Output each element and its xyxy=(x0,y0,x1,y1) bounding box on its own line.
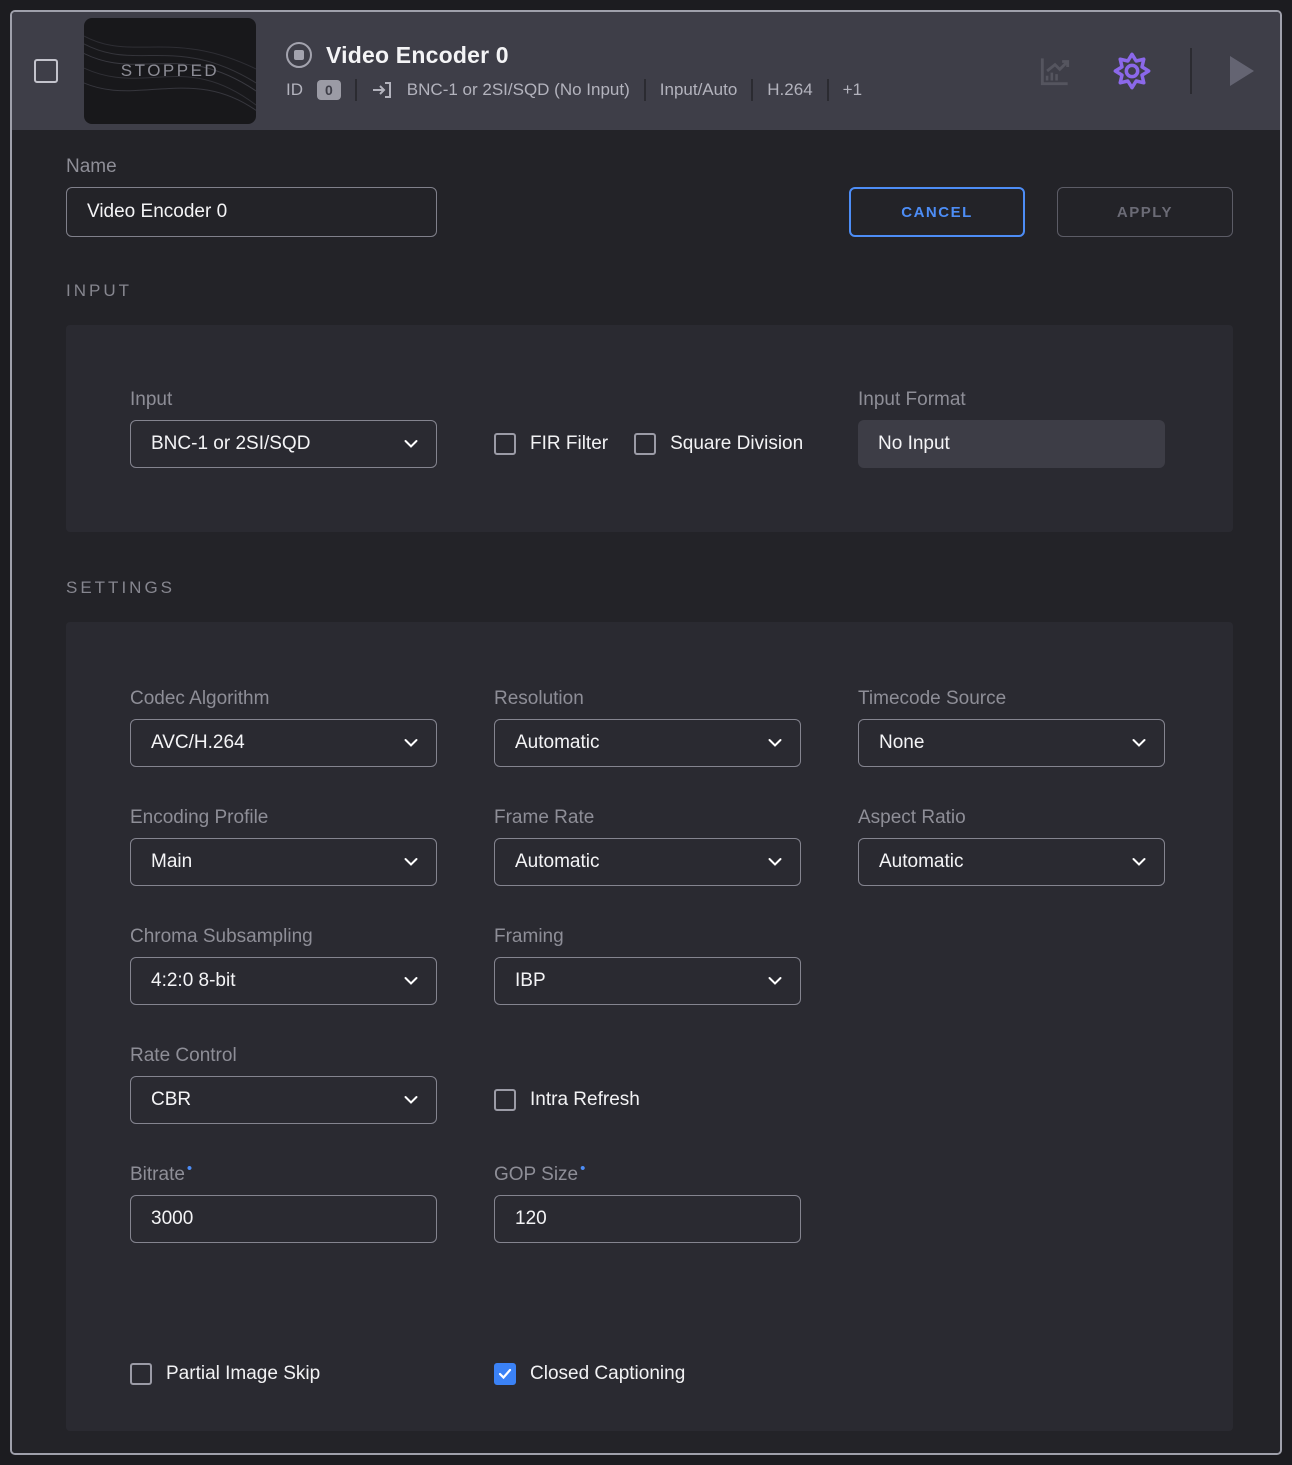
closed-captioning-label: Closed Captioning xyxy=(530,1363,685,1385)
meta-codec: H.264 xyxy=(767,80,812,100)
encoding-profile-value: Main xyxy=(151,851,192,873)
id-label: ID xyxy=(286,80,303,100)
aspect-ratio-select[interactable]: Automatic xyxy=(858,838,1165,886)
partial-image-skip-label: Partial Image Skip xyxy=(166,1363,320,1385)
chevron-down-icon xyxy=(768,858,782,867)
settings-gear-icon[interactable] xyxy=(1112,51,1152,91)
status-badge: STOPPED xyxy=(121,61,219,81)
encoding-profile-select[interactable]: Main xyxy=(130,838,437,886)
required-dot: • xyxy=(187,1160,192,1177)
checkbox[interactable] xyxy=(130,1363,152,1385)
chevron-down-icon xyxy=(404,1096,418,1105)
input-select-value: BNC-1 or 2SI/SQD xyxy=(151,433,310,455)
aspect-ratio-value: Automatic xyxy=(879,851,963,873)
checkbox[interactable] xyxy=(634,433,656,455)
chevron-down-icon xyxy=(404,739,418,748)
partial-image-skip-checkbox[interactable]: Partial Image Skip xyxy=(130,1363,437,1385)
chevron-down-icon xyxy=(1132,739,1146,748)
codec-algorithm-label: Codec Algorithm xyxy=(130,688,437,710)
preview-thumbnail: STOPPED xyxy=(84,18,256,124)
chevron-down-icon xyxy=(1132,858,1146,867)
bitrate-label-text: Bitrate xyxy=(130,1164,185,1185)
framing-select[interactable]: IBP xyxy=(494,957,801,1005)
fir-filter-checkbox[interactable]: FIR Filter xyxy=(494,433,608,455)
meta-mode: Input/Auto xyxy=(660,80,738,100)
timecode-source-value: None xyxy=(879,732,924,754)
chroma-subsampling-label: Chroma Subsampling xyxy=(130,926,437,948)
resolution-value: Automatic xyxy=(515,732,599,754)
resolution-select[interactable]: Automatic xyxy=(494,719,801,767)
closed-captioning-checkbox[interactable]: Closed Captioning xyxy=(494,1363,801,1385)
codec-algorithm-select[interactable]: AVC/H.264 xyxy=(130,719,437,767)
chevron-down-icon xyxy=(768,977,782,986)
divider xyxy=(827,79,829,101)
resolution-label: Resolution xyxy=(494,688,801,710)
intra-refresh-checkbox[interactable]: Intra Refresh xyxy=(494,1089,640,1111)
meta-more-badge: +1 xyxy=(843,80,862,100)
encoder-panel: STOPPED Video Encoder 0 ID 0 BNC-1 or 2S… xyxy=(10,10,1282,1455)
input-section-title: INPUT xyxy=(66,281,1233,301)
bitrate-label: Bitrate• xyxy=(130,1164,437,1186)
timecode-source-label: Timecode Source xyxy=(858,688,1165,710)
gop-size-label-text: GOP Size xyxy=(494,1164,578,1185)
timecode-source-select[interactable]: None xyxy=(858,719,1165,767)
check-icon xyxy=(498,1368,512,1380)
encoder-meta: ID 0 BNC-1 or 2SI/SQD (No Input) Input/A… xyxy=(286,79,862,101)
settings-section-title: SETTINGS xyxy=(66,578,1233,598)
divider xyxy=(644,79,646,101)
codec-algorithm-value: AVC/H.264 xyxy=(151,732,245,754)
name-label: Name xyxy=(66,156,437,178)
id-badge: 0 xyxy=(317,80,341,100)
gop-size-input[interactable] xyxy=(494,1195,801,1243)
intra-refresh-label: Intra Refresh xyxy=(530,1089,640,1111)
chevron-down-icon xyxy=(404,977,418,986)
play-button[interactable] xyxy=(1230,56,1254,86)
checkbox[interactable] xyxy=(494,1363,516,1385)
square-division-checkbox[interactable]: Square Division xyxy=(634,433,803,455)
cancel-button[interactable]: CANCEL xyxy=(849,187,1025,237)
divider xyxy=(355,79,357,101)
encoder-header: STOPPED Video Encoder 0 ID 0 BNC-1 or 2S… xyxy=(12,12,1280,130)
checkbox[interactable] xyxy=(494,1089,516,1111)
chevron-down-icon xyxy=(768,739,782,748)
encoding-profile-label: Encoding Profile xyxy=(130,807,437,829)
fir-filter-label: FIR Filter xyxy=(530,433,608,455)
rate-control-label: Rate Control xyxy=(130,1045,437,1067)
frame-rate-label: Frame Rate xyxy=(494,807,801,829)
input-format-text: No Input xyxy=(878,433,950,455)
input-section-card: Input BNC-1 or 2SI/SQD xyxy=(66,325,1233,532)
rate-control-select[interactable]: CBR xyxy=(130,1076,437,1124)
input-label: Input xyxy=(130,389,437,411)
select-encoder-checkbox[interactable] xyxy=(34,59,58,83)
statistics-icon[interactable] xyxy=(1036,52,1074,90)
meta-source: BNC-1 or 2SI/SQD (No Input) xyxy=(407,80,630,100)
gop-size-label: GOP Size• xyxy=(494,1164,801,1186)
framing-label: Framing xyxy=(494,926,801,948)
input-format-value: No Input xyxy=(858,420,1165,468)
chroma-subsampling-value: 4:2:0 8-bit xyxy=(151,970,236,992)
encoder-form: Name CANCEL APPLY INPUT Input BNC-1 or 2… xyxy=(12,130,1280,1453)
input-source-icon xyxy=(371,79,393,101)
settings-section-card: Codec Algorithm AVC/H.264 Resolution Aut… xyxy=(66,622,1233,1431)
chevron-down-icon xyxy=(404,440,418,449)
bitrate-input[interactable] xyxy=(130,1195,437,1243)
chevron-down-icon xyxy=(404,858,418,867)
required-dot: • xyxy=(580,1160,585,1177)
input-format-label: Input Format xyxy=(858,389,1165,411)
stopped-status-icon xyxy=(286,42,312,68)
rate-control-value: CBR xyxy=(151,1089,191,1111)
divider xyxy=(751,79,753,101)
chroma-subsampling-select[interactable]: 4:2:0 8-bit xyxy=(130,957,437,1005)
frame-rate-select[interactable]: Automatic xyxy=(494,838,801,886)
divider xyxy=(1190,48,1192,94)
input-select[interactable]: BNC-1 or 2SI/SQD xyxy=(130,420,437,468)
square-division-label: Square Division xyxy=(670,433,803,455)
apply-button[interactable]: APPLY xyxy=(1057,187,1233,237)
aspect-ratio-label: Aspect Ratio xyxy=(858,807,1165,829)
name-input[interactable] xyxy=(66,187,437,237)
frame-rate-value: Automatic xyxy=(515,851,599,873)
checkbox[interactable] xyxy=(494,433,516,455)
encoder-title: Video Encoder 0 xyxy=(326,42,509,69)
framing-value: IBP xyxy=(515,970,546,992)
